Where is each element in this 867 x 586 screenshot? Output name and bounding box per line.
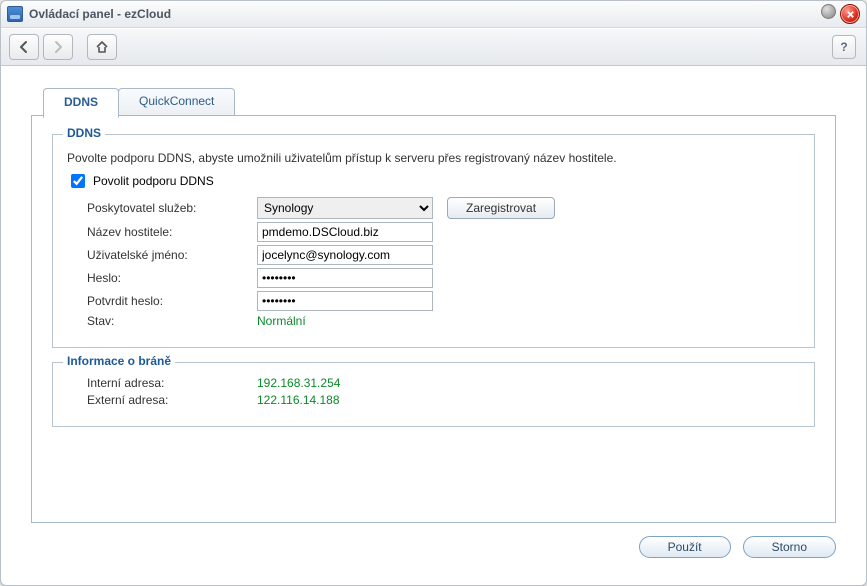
app-icon <box>7 6 23 22</box>
arrow-left-icon <box>17 40 31 54</box>
help-button[interactable]: ? <box>832 35 856 59</box>
gateway-fieldset: Informace o bráně Interní adresa: 192.16… <box>52 362 815 427</box>
apply-button[interactable]: Použít <box>639 536 731 558</box>
hostname-input[interactable] <box>257 222 433 242</box>
tab-panel-ddns: DDNS Povolte podporu DDNS, abyste umožni… <box>31 115 836 523</box>
status-value: Normální <box>257 314 306 328</box>
ddns-description: Povolte podporu DDNS, abyste umožnili už… <box>67 151 800 165</box>
confirm-password-input[interactable] <box>257 291 433 311</box>
username-input[interactable] <box>257 245 433 265</box>
register-button[interactable]: Zaregistrovat <box>447 197 555 219</box>
home-button[interactable] <box>87 34 117 60</box>
arrow-right-icon <box>51 40 65 54</box>
password-input[interactable] <box>257 268 433 288</box>
tab-quickconnect[interactable]: QuickConnect <box>118 88 235 116</box>
external-address-label: Externí adresa: <box>87 393 257 407</box>
provider-label: Poskytovatel služeb: <box>87 201 257 215</box>
enable-ddns-checkbox[interactable] <box>71 174 85 188</box>
cancel-button[interactable]: Storno <box>743 536 836 558</box>
toolbar: ? <box>1 28 866 66</box>
username-label: Uživatelské jméno: <box>87 248 257 262</box>
ddns-fieldset: DDNS Povolte podporu DDNS, abyste umožni… <box>52 134 815 348</box>
tab-ddns[interactable]: DDNS <box>43 88 119 118</box>
window: Ovládací panel - ezCloud <box>0 0 867 586</box>
status-label: Stav: <box>87 314 257 328</box>
gateway-legend: Informace o bráně <box>63 354 175 368</box>
internal-address-label: Interní adresa: <box>87 376 257 390</box>
hostname-label: Název hostitele: <box>87 225 257 239</box>
password-label: Heslo: <box>87 271 257 285</box>
titlebar: Ovládací panel - ezCloud <box>1 1 866 28</box>
enable-ddns-label: Povolit podporu DDNS <box>93 174 214 188</box>
close-icon[interactable] <box>840 4 860 24</box>
minimize-icon[interactable] <box>821 4 836 19</box>
back-button[interactable] <box>9 34 39 60</box>
window-title: Ovládací panel - ezCloud <box>29 7 171 21</box>
dialog-footer: Použít Storno <box>1 536 836 558</box>
forward-button[interactable] <box>43 34 73 60</box>
internal-address-value: 192.168.31.254 <box>257 376 340 390</box>
external-address-value: 122.116.14.188 <box>257 393 340 407</box>
confirm-password-label: Potvrdit heslo: <box>87 294 257 308</box>
provider-select[interactable]: Synology <box>257 197 433 219</box>
tabstrip: DDNS QuickConnect <box>31 88 836 116</box>
close-x-icon <box>846 10 855 19</box>
ddns-legend: DDNS <box>63 126 105 140</box>
home-icon <box>95 40 109 54</box>
